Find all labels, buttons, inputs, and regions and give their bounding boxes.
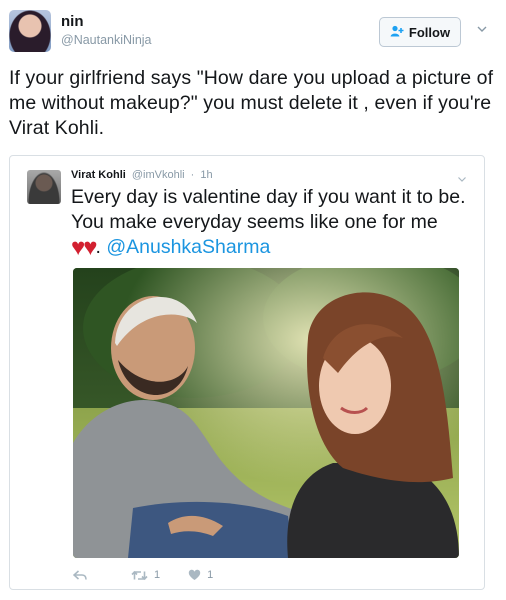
quoted-handle[interactable]: @imVkohli: [132, 169, 185, 181]
meta-separator: ·: [190, 169, 195, 181]
quoted-header: Virat Kohli @imVkohli · 1h: [71, 169, 213, 181]
like-button[interactable]: 1: [188, 569, 213, 581]
quoted-display-name[interactable]: Virat Kohli: [71, 169, 126, 181]
caret-down-icon[interactable]: [476, 22, 488, 34]
heart-emoji-icon: ♥♥: [71, 234, 97, 261]
retweet-icon: [131, 570, 148, 580]
mention-link[interactable]: @AnushkaSharma: [106, 236, 270, 258]
outer-avatar[interactable]: [9, 10, 51, 52]
follow-label: Follow: [408, 24, 451, 40]
quoted-tweet-text: Every day is valentine day if you want i…: [71, 185, 471, 260]
outer-handle[interactable]: @NautankiNinja: [61, 33, 152, 47]
tweet-actions: 1 1: [73, 569, 213, 581]
reply-icon: [73, 569, 87, 580]
caret-down-icon[interactable]: [457, 171, 467, 182]
quoted-text-main: Every day is valentine day if you want i…: [71, 186, 466, 233]
outer-display-name[interactable]: nin: [61, 13, 84, 30]
like-icon: [188, 569, 201, 580]
retweet-button[interactable]: 1: [131, 569, 160, 581]
quoted-tweet-content: Virat Kohli @imVkohli · 1h Every day is …: [9, 156, 482, 588]
quoted-avatar[interactable]: [27, 170, 61, 204]
quoted-time[interactable]: 1h: [200, 169, 212, 181]
tweet-photo[interactable]: [73, 268, 459, 558]
outer-tweet-text: If your girlfriend says "How dare you up…: [9, 67, 494, 139]
follow-person-icon: [390, 25, 404, 40]
reply-button[interactable]: [73, 569, 87, 581]
like-count: 1: [207, 569, 214, 581]
retweet-count: 1: [154, 569, 161, 581]
quoted-text-after-hearts: .: [95, 236, 107, 258]
follow-button[interactable]: Follow: [379, 17, 461, 47]
